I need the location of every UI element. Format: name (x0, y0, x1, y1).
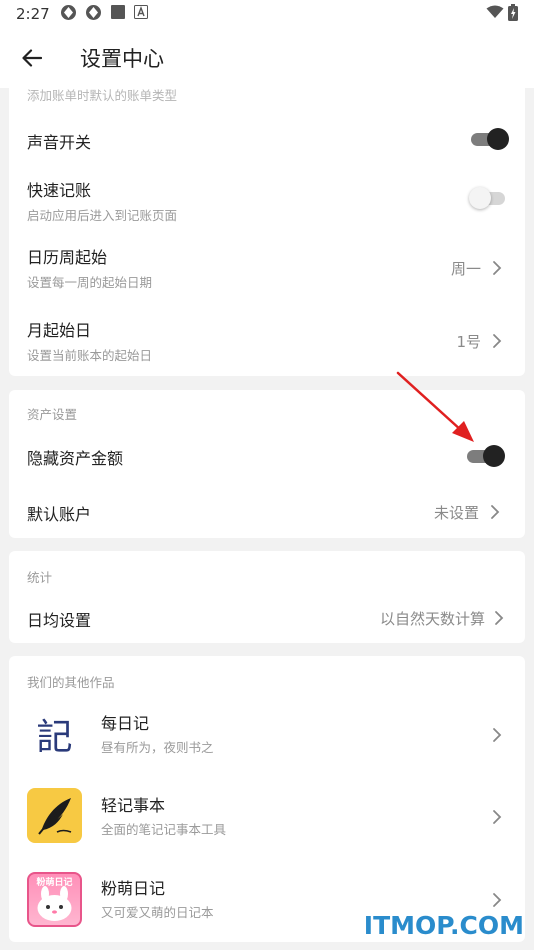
arrow-left-icon (22, 49, 42, 67)
month-start-subtitle: 设置当前账本的起始日 (27, 348, 153, 363)
month-start-label: 月起始日 (27, 321, 92, 340)
battery-icon (508, 3, 518, 25)
feather-icon (27, 788, 82, 843)
sound-toggle-row[interactable]: 声音开关 (9, 110, 525, 166)
hide-asset-amount-switch[interactable] (465, 443, 505, 469)
qingjishiben-app-desc: 全面的笔记记事本工具 (101, 822, 227, 837)
default-account-row[interactable]: 默认账户 未设置 (9, 486, 525, 536)
month-start-value: 1号 (456, 333, 481, 351)
other-apps-section-title: 我们的其他作品 (27, 675, 115, 690)
back-button[interactable] (0, 28, 64, 88)
asset-settings-card: 资产设置 隐藏资产金额 默认账户 未设置 (9, 390, 525, 538)
a-notification-icon (133, 5, 148, 23)
status-bar: 2:27 (0, 0, 534, 28)
chevron-right-icon (495, 611, 504, 625)
chevron-right-icon (493, 261, 502, 275)
wifi-icon (486, 5, 504, 23)
meiriji-icon-glyph: 記 (36, 716, 73, 758)
watermark: ITMOP.COM (363, 911, 524, 940)
fenmengriji-app-desc: 又可爱又萌的日记本 (101, 905, 214, 920)
sound-toggle-switch[interactable] (469, 126, 509, 152)
general-settings-card: 添加账单时默认的账单类型 声音开关 快速记账 启动应用后进入到记账页面 日历周起… (9, 88, 525, 376)
app-notification-icon (85, 4, 102, 25)
quick-entry-switch[interactable] (469, 185, 509, 211)
sound-toggle-label: 声音开关 (27, 133, 92, 152)
qingjishiben-app-name: 轻记事本 (101, 796, 166, 815)
chevron-right-icon (491, 505, 500, 519)
default-bill-type-subtitle: 添加账单时默认的账单类型 (27, 88, 178, 103)
week-start-value: 周一 (450, 260, 481, 278)
app-item-meiriji[interactable]: 記 每日记 昼有所为，夜则书之 (9, 700, 525, 772)
stats-settings-card: 统计 日均设置 以自然天数计算 (9, 551, 525, 643)
meiriji-app-icon: 記 (27, 706, 82, 761)
app-item-qingjishiben[interactable]: 轻记事本 全面的笔记记事本工具 (9, 782, 525, 854)
status-time: 2:27 (16, 5, 50, 23)
fenmengriji-app-name: 粉萌日记 (101, 879, 166, 898)
chevron-right-icon (493, 893, 502, 907)
app-notification-icon (60, 4, 77, 25)
app-bar: 设置中心 (0, 28, 534, 88)
quick-entry-subtitle: 启动应用后进入到记账页面 (27, 208, 178, 223)
stats-section-title: 统计 (27, 570, 53, 585)
chevron-right-icon (493, 334, 502, 348)
week-start-row[interactable]: 日历周起始 设置每一周的起始日期 周一 (9, 238, 525, 300)
daily-average-row[interactable]: 日均设置 以自然天数计算 (9, 593, 525, 641)
default-account-label: 默认账户 (27, 505, 92, 524)
hide-asset-amount-row[interactable]: 隐藏资产金额 (9, 430, 525, 482)
square-notification-icon (110, 4, 126, 24)
chevron-right-icon (493, 728, 502, 742)
daily-average-label: 日均设置 (27, 611, 92, 630)
chevron-right-icon (493, 810, 502, 824)
default-account-value: 未设置 (433, 504, 479, 522)
quick-entry-label: 快速记账 (27, 181, 92, 200)
meiriji-app-name: 每日记 (101, 714, 150, 733)
page-title: 设置中心 (80, 47, 164, 71)
hide-asset-amount-label: 隐藏资产金额 (27, 449, 124, 468)
asset-section-title: 资产设置 (27, 407, 78, 422)
quick-entry-row[interactable]: 快速记账 启动应用后进入到记账页面 (9, 168, 525, 228)
bunny-icon: 粉萌日记 (27, 872, 82, 927)
week-start-subtitle: 设置每一周的起始日期 (27, 275, 153, 290)
other-apps-card: 我们的其他作品 記 每日记 昼有所为，夜则书之 轻记事本 全面的笔记记事本工具 … (9, 656, 525, 942)
week-start-label: 日历周起始 (27, 248, 108, 267)
month-start-row[interactable]: 月起始日 设置当前账本的起始日 1号 (9, 310, 525, 372)
meiriji-app-desc: 昼有所为，夜则书之 (101, 740, 214, 755)
daily-average-value: 以自然天数计算 (379, 610, 485, 628)
